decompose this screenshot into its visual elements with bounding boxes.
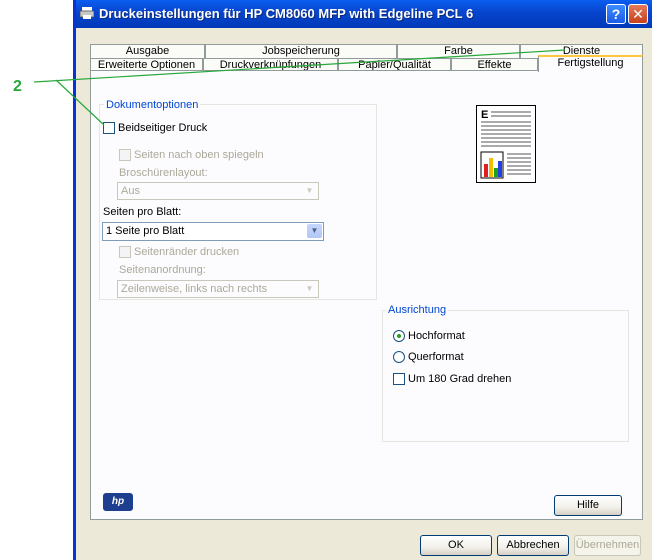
tab-label: Farbe [444,45,473,57]
duplex-label: Beidseitiger Druck [118,122,208,134]
rotate-180-checkbox[interactable] [393,373,405,385]
mirror-pages-checkbox[interactable] [119,149,131,161]
tab-fertigstellung[interactable]: Fertigstellung [538,55,643,72]
document-options-title: Dokumentoptionen [104,99,201,111]
help-title-button[interactable]: ? [606,4,626,24]
chevron-down-icon: ▼ [305,186,314,195]
page-order-select[interactable]: Zeilenweise, links nach rechts ▼ [117,280,319,298]
mirror-pages-label: Seiten nach oben spiegeln [134,149,264,161]
page-order-label: Seitenanordnung: [119,264,206,276]
hp-logo: hp [103,493,133,511]
apply-button[interactable]: Übernehmen [574,535,641,556]
help-button[interactable]: Hilfe [554,495,622,516]
booklet-layout-value: Aus [121,185,140,197]
portrait-radio[interactable] [393,330,405,342]
pages-per-sheet-value: 1 Seite pro Blatt [106,225,185,237]
close-button[interactable]: ✕ [628,4,648,24]
document-preview-icon: E [480,109,531,179]
window-title: Druckeinstellungen für HP CM8060 MFP wit… [99,6,474,21]
print-borders-label: Seitenränder drucken [134,246,240,258]
printer-icon [80,7,94,19]
svg-text:E: E [481,109,488,121]
tab-label: Jobspeicherung [262,45,340,57]
page-order-value: Zeilenweise, links nach rechts [121,283,268,295]
landscape-radio[interactable] [393,351,405,363]
cancel-button[interactable]: Abbrechen [497,535,569,556]
tab-label: Fertigstellung [557,57,624,69]
title-bar: Druckeinstellungen für HP CM8060 MFP wit… [76,0,652,28]
portrait-label: Hochformat [408,330,465,342]
tab-label: Ausgabe [125,45,170,57]
booklet-layout-select[interactable]: Aus ▼ [117,182,319,200]
radio-selected-dot [397,334,401,338]
print-borders-checkbox[interactable] [119,246,131,258]
orientation-title: Ausrichtung [386,304,449,316]
page-preview: E [476,105,536,183]
chevron-down-icon: ▼ [307,224,322,238]
duplex-checkbox[interactable] [103,122,115,134]
booklet-layout-label: Broschürenlayout: [119,167,208,179]
ok-button[interactable]: OK [420,535,492,556]
rotate-180-label: Um 180 Grad drehen [408,373,512,385]
chevron-down-icon: ▼ [305,284,314,293]
pages-per-sheet-select[interactable]: 1 Seite pro Blatt ▼ [102,222,324,241]
landscape-label: Querformat [408,351,464,363]
pages-per-sheet-label: Seiten pro Blatt: [103,206,182,218]
callout-number: 2 [13,78,22,95]
